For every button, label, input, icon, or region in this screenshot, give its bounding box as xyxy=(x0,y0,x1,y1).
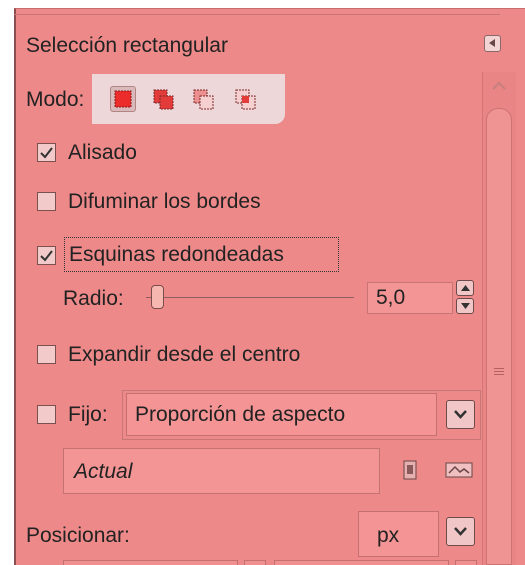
radius-slider-track[interactable] xyxy=(146,297,354,298)
subtract-selection-icon xyxy=(193,89,214,110)
fixed-label: Fijo: xyxy=(68,403,108,426)
expand-from-center-checkbox[interactable] xyxy=(37,345,56,364)
checkmark-icon xyxy=(40,250,53,262)
radius-value-field[interactable]: 5,0 xyxy=(367,282,453,314)
arrow-down-icon xyxy=(461,303,470,309)
panel-menu-button[interactable] xyxy=(484,35,501,52)
position-unit-dropdown-button[interactable] xyxy=(446,517,475,546)
replace-selection-icon xyxy=(114,90,132,108)
portrait-icon xyxy=(403,460,417,480)
arrow-up-icon xyxy=(461,285,470,291)
antialias-checkbox[interactable] xyxy=(37,143,56,162)
chevron-down-icon xyxy=(454,410,467,419)
add-selection-icon xyxy=(153,89,174,110)
radius-decrement-button[interactable] xyxy=(456,298,474,314)
panel-title: Selección rectangular xyxy=(26,34,228,57)
antialias-label: Alisado xyxy=(68,141,137,164)
position-x-spin[interactable] xyxy=(244,560,266,565)
add-mode-button[interactable] xyxy=(150,86,176,112)
radius-label: Radio: xyxy=(63,287,124,310)
aspect-ratio-entry[interactable]: Actual xyxy=(63,448,380,494)
fixed-checkbox[interactable] xyxy=(37,405,56,424)
position-y-field[interactable] xyxy=(274,560,449,565)
scrollbar-thumb[interactable] xyxy=(486,108,512,565)
feather-checkbox[interactable] xyxy=(37,192,56,211)
position-y-spin[interactable] xyxy=(455,560,477,565)
landscape-icon xyxy=(445,462,473,478)
radius-spin-buttons xyxy=(456,280,476,316)
radius-increment-button[interactable] xyxy=(456,280,474,296)
chevron-down-icon xyxy=(454,527,467,536)
expand-from-center-label: Expandir desde el centro xyxy=(68,343,301,366)
tool-options-window: Selección rectangular Modo: Alisado Difu… xyxy=(0,0,525,565)
feather-label: Difuminar los bordes xyxy=(68,190,261,213)
rounded-corners-checkbox[interactable] xyxy=(37,246,56,265)
subtract-mode-button[interactable] xyxy=(190,86,216,112)
landscape-orientation-button[interactable] xyxy=(445,460,473,480)
position-unit-combo[interactable]: px xyxy=(358,511,439,557)
replace-mode-button[interactable] xyxy=(110,86,136,112)
scroll-up-arrow-icon[interactable] xyxy=(488,76,510,98)
checkmark-icon xyxy=(40,147,53,159)
fixed-mode-dropdown-button[interactable] xyxy=(446,400,475,429)
fixed-mode-combo[interactable]: Proporción de aspecto xyxy=(126,393,437,436)
position-x-field[interactable] xyxy=(63,560,238,565)
scrollbar-grip-icon xyxy=(494,368,504,378)
panel-top-divider xyxy=(14,14,500,15)
radius-slider-handle[interactable] xyxy=(151,285,164,309)
panel-menu-arrow-icon xyxy=(489,39,495,47)
portrait-orientation-button[interactable] xyxy=(403,460,417,480)
position-label: Posicionar: xyxy=(26,524,130,547)
mode-label: Modo: xyxy=(26,88,85,111)
intersect-mode-button[interactable] xyxy=(232,86,258,112)
intersect-selection-icon xyxy=(235,89,256,110)
rounded-corners-label: Esquinas redondeadas xyxy=(69,243,284,266)
